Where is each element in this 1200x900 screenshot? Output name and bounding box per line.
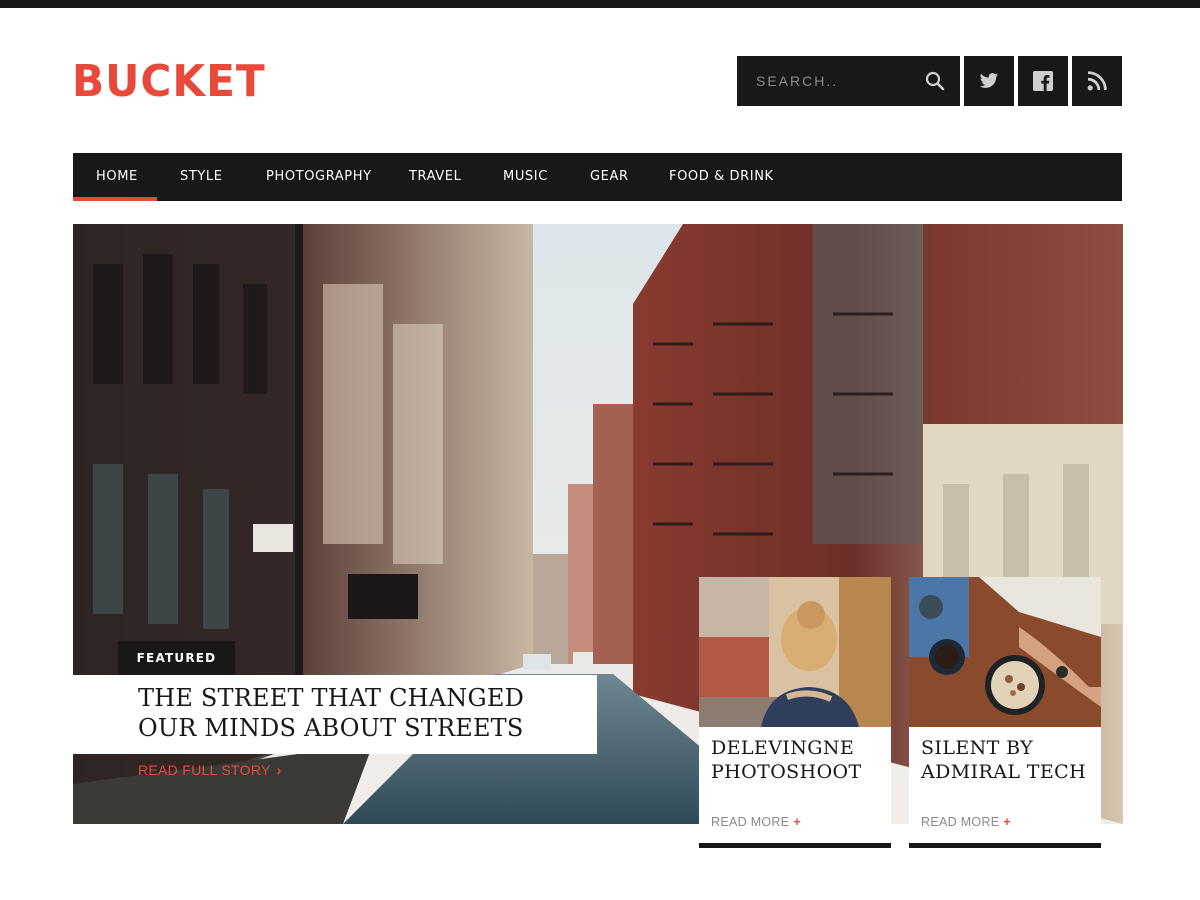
plus-icon: + <box>793 815 802 829</box>
article-title[interactable]: SILENT BY ADMIRAL TECH <box>921 736 1096 784</box>
card-bottom-bar <box>699 843 891 848</box>
read-more-label: READ MORE <box>921 815 1000 829</box>
nav-item-music[interactable]: MUSIC <box>503 153 548 201</box>
read-full-story-label: READ FULL STORY <box>138 762 271 778</box>
breakfast-photo <box>909 577 1101 727</box>
article-card-body: SILENT BY ADMIRAL TECH READ MORE + <box>909 727 1101 843</box>
top-strip <box>0 0 1200 8</box>
article-card: SILENT BY ADMIRAL TECH READ MORE + <box>909 577 1101 849</box>
read-more-link[interactable]: READ MORE + <box>711 815 801 829</box>
read-full-story-link[interactable]: READ FULL STORY › <box>138 760 282 780</box>
facebook-icon <box>1033 71 1053 91</box>
plus-icon: + <box>1003 815 1012 829</box>
nav-item-home[interactable]: HOME <box>73 153 157 201</box>
site-logo[interactable]: BUCKET <box>72 58 266 106</box>
rss-button[interactable] <box>1072 56 1122 106</box>
twitter-icon <box>979 73 999 88</box>
card-bottom-bar <box>909 843 1101 848</box>
article-card-body: DELEVINGNE PHOTOSHOOT READ MORE + <box>699 727 891 843</box>
read-more-link[interactable]: READ MORE + <box>921 815 1011 829</box>
article-thumbnail[interactable] <box>699 577 891 727</box>
chevron-right-icon: › <box>276 762 282 778</box>
article-title[interactable]: DELEVINGNE PHOTOSHOOT <box>711 736 886 784</box>
main-nav: HOME STYLE PHOTOGRAPHY TRAVEL MUSIC GEAR… <box>73 153 1122 201</box>
article-thumbnail[interactable] <box>909 577 1101 727</box>
woman-photo <box>699 577 891 727</box>
facebook-button[interactable] <box>1018 56 1068 106</box>
featured-title[interactable]: THE STREET THAT CHANGED OUR MINDS ABOUT … <box>138 683 588 743</box>
rss-icon <box>1087 71 1107 91</box>
featured-title-box: THE STREET THAT CHANGED OUR MINDS ABOUT … <box>73 675 597 754</box>
search-icon[interactable] <box>924 70 946 92</box>
nav-item-style[interactable]: STYLE <box>180 153 223 201</box>
nav-item-travel[interactable]: TRAVEL <box>409 153 461 201</box>
featured-tag: FEATURED <box>118 641 235 675</box>
search-box <box>737 56 960 106</box>
search-input[interactable] <box>737 56 917 106</box>
nav-item-gear[interactable]: GEAR <box>590 153 629 201</box>
nav-item-food-drink[interactable]: FOOD & DRINK <box>669 153 774 201</box>
nav-item-photography[interactable]: PHOTOGRAPHY <box>266 153 372 201</box>
article-card: DELEVINGNE PHOTOSHOOT READ MORE + <box>699 577 891 849</box>
read-more-label: READ MORE <box>711 815 790 829</box>
twitter-button[interactable] <box>964 56 1014 106</box>
